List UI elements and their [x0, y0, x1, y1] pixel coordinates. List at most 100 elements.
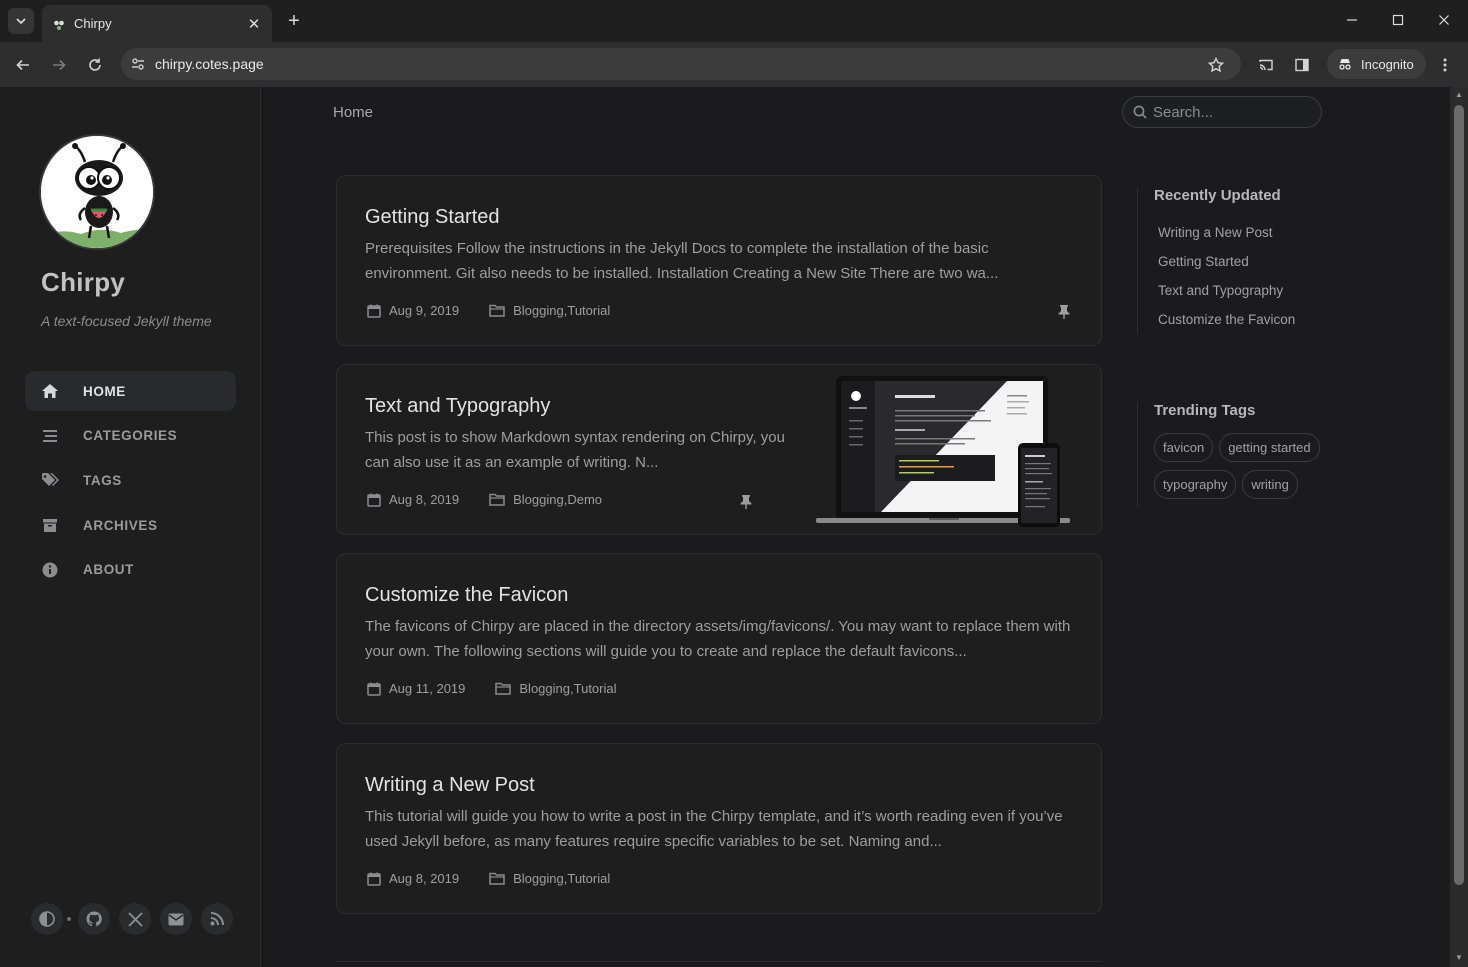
forward-icon[interactable] [45, 51, 73, 79]
minimize-icon[interactable] [1329, 6, 1375, 34]
maximize-icon[interactable] [1375, 6, 1421, 34]
reload-icon[interactable] [81, 51, 109, 79]
scrollbar-thumb[interactable] [1454, 105, 1464, 885]
recent-post-link[interactable]: Writing a New Post [1154, 218, 1295, 247]
sidebar-bottom-links [31, 903, 242, 935]
chevron-down-icon [16, 18, 26, 25]
nav-item-home[interactable]: HOME [25, 371, 236, 411]
post-preview-image[interactable] [811, 365, 1101, 534]
nav-label: ARCHIVES [83, 517, 158, 533]
github-link[interactable] [78, 903, 110, 935]
archive-icon [41, 516, 59, 534]
recent-post-link[interactable]: Text and Typography [1154, 276, 1295, 305]
pin-icon [1058, 304, 1070, 319]
post-excerpt: Prerequisites Follow the instructions in… [365, 240, 999, 282]
search-icon [1133, 105, 1147, 119]
ant-avatar-image [41, 136, 153, 248]
tag-chip[interactable]: typography [1154, 470, 1237, 499]
nav-label: HOME [83, 383, 126, 399]
post-category: Blogging [519, 681, 570, 696]
devices-preview-image [816, 376, 1070, 527]
folder-icon [489, 493, 505, 506]
home-icon [41, 382, 59, 400]
rss-icon [210, 912, 224, 926]
close-tab-icon[interactable]: ✕ [246, 16, 262, 33]
side-panel-icon[interactable] [1288, 51, 1316, 79]
post-category: Tutorial [567, 871, 611, 886]
back-icon[interactable] [9, 51, 37, 79]
incognito-label: Incognito [1361, 56, 1414, 72]
post-title[interactable]: Text and Typography [365, 395, 550, 418]
info-icon [41, 561, 59, 579]
nav-item-categories[interactable]: CATEGORIES [25, 416, 236, 456]
rss-link[interactable] [201, 903, 233, 935]
nav-item-about[interactable]: ABOUT [25, 550, 236, 590]
breadcrumb: Home [333, 104, 374, 121]
post-title[interactable]: Customize the Favicon [365, 584, 568, 607]
post-title[interactable]: Writing a New Post [365, 774, 535, 797]
page-viewport: Chirpy A text-focused Jekyll theme HOME … [0, 87, 1450, 967]
search-input[interactable] [1153, 103, 1303, 121]
site-title[interactable]: Chirpy [41, 267, 125, 298]
url-text: chirpy.cotes.page [155, 56, 264, 72]
close-window-icon[interactable] [1421, 6, 1467, 34]
recent-post-link[interactable]: Customize the Favicon [1154, 305, 1295, 334]
theme-toggle-icon [39, 911, 55, 927]
post-excerpt: This tutorial will guide you how to writ… [365, 808, 1063, 850]
tag-chip[interactable]: getting started [1219, 433, 1320, 462]
x-twitter-link[interactable] [119, 903, 151, 935]
cast-icon[interactable] [1252, 51, 1280, 79]
tag-chip[interactable]: favicon [1154, 433, 1214, 462]
pagination-divider [336, 961, 1102, 962]
nav-label: TAGS [83, 472, 122, 488]
sidebar-nav: HOME CATEGORIES TAGS ARCHIVES ABOUT [25, 371, 236, 594]
scroll-up-icon[interactable]: ▲ [1454, 90, 1464, 100]
github-icon [86, 911, 102, 927]
email-link[interactable] [160, 903, 192, 935]
nav-item-tags[interactable]: TAGS [25, 460, 236, 500]
post-card[interactable]: Writing a New Post This tutorial will gu… [336, 743, 1102, 914]
post-category: Tutorial [567, 303, 611, 318]
tags-icon [41, 471, 59, 489]
address-bar[interactable]: chirpy.cotes.page [121, 48, 1241, 80]
site-info-icon[interactable] [121, 56, 155, 72]
post-date: Aug 11, 2019 [389, 681, 466, 696]
folder-icon [489, 872, 505, 885]
tag-list: favicon getting started typography writi… [1154, 433, 1334, 507]
avatar[interactable] [39, 134, 155, 250]
post-meta: Aug 11, 2019 Blogging, Tutorial [367, 681, 617, 696]
calendar-icon [367, 304, 381, 318]
post-meta: Aug 9, 2019 Blogging, Tutorial [367, 303, 610, 318]
bookmark-star-icon[interactable] [1202, 51, 1230, 79]
post-date: Aug 9, 2019 [389, 303, 460, 318]
post-card[interactable]: Getting Started Prerequisites Follow the… [336, 175, 1102, 346]
post-category: Demo [567, 492, 603, 507]
nav-item-archives[interactable]: ARCHIVES [25, 505, 236, 545]
browser-tab-strip: Chirpy ✕ + [0, 0, 1468, 42]
calendar-icon [367, 872, 381, 886]
tab-search-button[interactable] [8, 8, 34, 34]
page-scrollbar[interactable]: ▲ ▼ [1450, 87, 1468, 967]
post-excerpt: This post is to show Markdown syntax ren… [365, 429, 785, 471]
scroll-down-icon[interactable]: ▼ [1454, 953, 1464, 963]
more-menu-icon[interactable] [1431, 51, 1459, 79]
tab-title: Chirpy [74, 16, 112, 31]
post-meta: Aug 8, 2019 Blogging, Tutorial [367, 871, 610, 886]
post-card[interactable]: Customize the Favicon The favicons of Ch… [336, 553, 1102, 724]
post-title[interactable]: Getting Started [365, 206, 500, 229]
post-card[interactable]: Text and Typography This post is to show… [336, 364, 1102, 535]
tag-chip[interactable]: writing [1242, 470, 1298, 499]
site-subtitle: A text-focused Jekyll theme [41, 313, 212, 329]
post-category: Blogging [513, 492, 564, 507]
folder-icon [489, 304, 505, 317]
theme-toggle-button[interactable] [31, 903, 63, 935]
post-excerpt: The favicons of Chirpy are placed in the… [365, 618, 1071, 660]
pin-icon [740, 494, 752, 509]
sidebar: Chirpy A text-focused Jekyll theme HOME … [0, 87, 261, 967]
search-box[interactable] [1122, 96, 1322, 128]
browser-tab[interactable]: Chirpy ✕ [42, 5, 272, 42]
recent-post-link[interactable]: Getting Started [1154, 247, 1295, 276]
incognito-badge[interactable]: Incognito [1327, 49, 1426, 79]
new-tab-button[interactable]: + [282, 9, 306, 33]
post-meta: Aug 8, 2019 Blogging, Demo [367, 492, 602, 507]
